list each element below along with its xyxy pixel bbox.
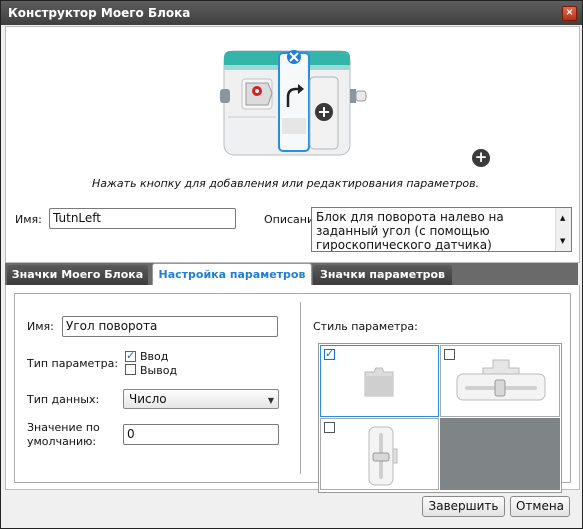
add-parameter-icon[interactable]: + [472, 149, 490, 167]
parameter-setup-frame: Имя: Угол поворота Тип параметра: Ввод В… [14, 293, 571, 493]
input-field-icon [364, 367, 394, 397]
tab-my-block-icons[interactable]: Значки Моего Блока [7, 265, 148, 285]
tab-bar: Значки Моего Блока Настройка параметров … [5, 263, 578, 287]
horizontal-slider-icon [456, 359, 546, 401]
close-button[interactable]: × [562, 6, 577, 21]
name-label: Имя: [15, 213, 42, 226]
style-option-3-checkbox[interactable] [324, 422, 335, 433]
finish-button[interactable]: Завершить [422, 496, 505, 517]
param-style-label: Стиль параметра: [313, 320, 418, 333]
description-scrollbar[interactable]: ▲ ▼ [555, 208, 571, 251]
param-name-field[interactable]: Угол поворота [62, 316, 278, 337]
data-type-label: Тип данных: [27, 393, 100, 406]
panel-divider [300, 302, 301, 474]
style-option-horizontal-slider[interactable] [440, 345, 560, 417]
block-name-field[interactable]: TutnLeft [49, 208, 236, 229]
default-value-field[interactable]: 0 [123, 424, 279, 445]
add-parameter-hint: Нажать кнопку для добавления или редакти… [92, 177, 480, 190]
param-type-label: Тип параметра: [27, 357, 119, 370]
tab-parameter-icons[interactable]: Значки параметров [313, 265, 452, 285]
parameter-setup-panel: Имя: Угол поворота Тип параметра: Ввод В… [5, 285, 580, 493]
title-bar: Конструктор Моего Блока × [1, 1, 582, 25]
block-preview-panel: Нажать кнопку для добавления или редакти… [5, 26, 580, 263]
style-option-vertical-slider[interactable] [320, 418, 439, 490]
style-option-input-field[interactable] [320, 345, 439, 417]
default-value-label: Значение по умолчанию: [27, 421, 100, 448]
close-icon: × [565, 7, 574, 18]
style-option-1-checkbox[interactable] [324, 347, 335, 360]
cancel-button[interactable]: Отмена [510, 496, 570, 517]
type-input-radio[interactable] [125, 349, 136, 362]
data-type-value: Число [129, 392, 167, 406]
window-title: Конструктор Моего Блока [8, 6, 191, 20]
chevron-down-icon: ▼ [267, 396, 274, 405]
type-input-label: Ввод [140, 350, 169, 363]
description-field[interactable]: Блок для поворота налево на заданный уго… [311, 207, 572, 252]
param-style-grid [318, 343, 562, 493]
my-block-preview [220, 50, 367, 156]
description-text: Блок для поворота налево на заданный уго… [316, 210, 504, 252]
type-output-radio[interactable] [125, 364, 136, 375]
tab-parameter-setup[interactable]: Настройка параметров [152, 263, 312, 287]
style-grid-empty-cell [440, 418, 560, 490]
data-type-dropdown[interactable]: Число ▼ [123, 389, 279, 409]
type-output-label: Вывод [140, 364, 178, 377]
vertical-slider-icon [368, 426, 398, 486]
param-name-label: Имя: [27, 320, 54, 333]
my-block-builder-dialog: Конструктор Моего Блока × Нажать кнопку … [0, 0, 583, 529]
